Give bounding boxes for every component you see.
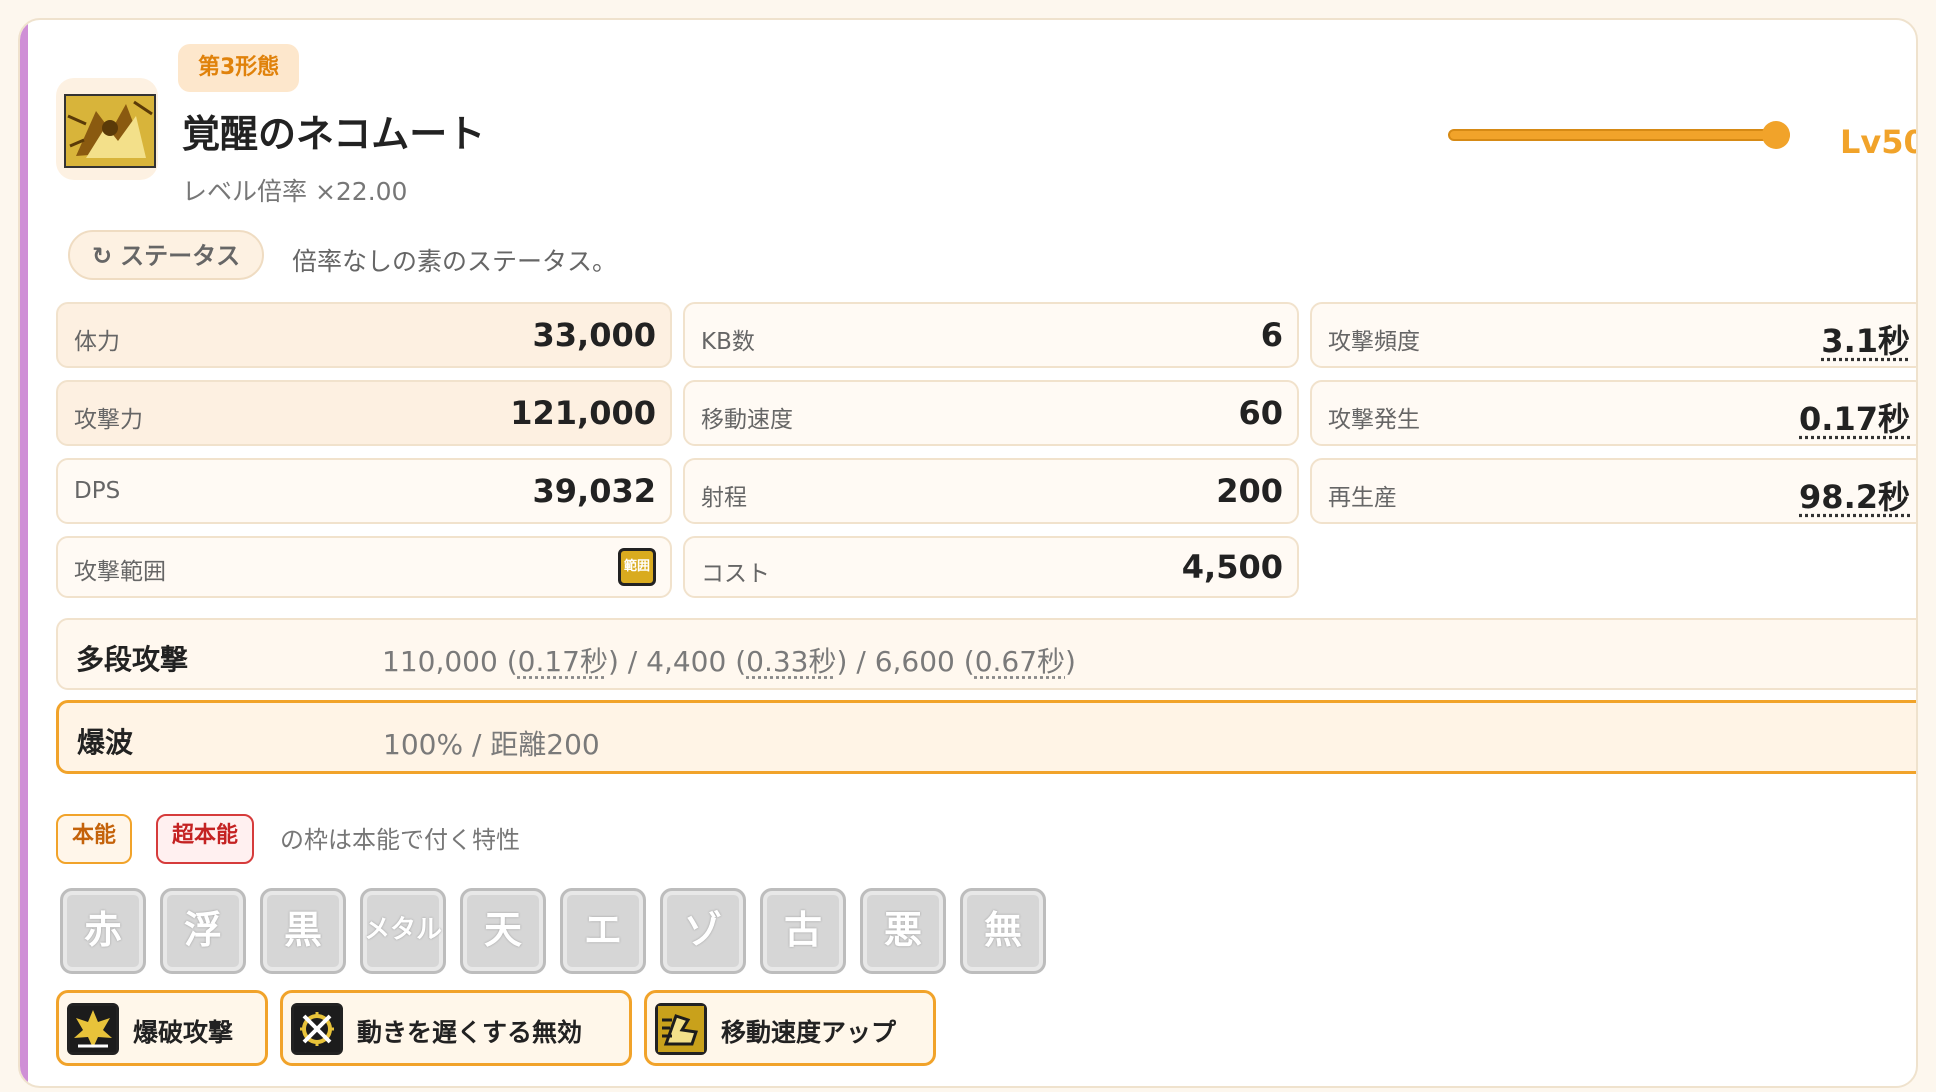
stat-label: DPS [74,478,121,504]
explosion-icon [67,1003,119,1055]
stat-label: 体力 [74,329,120,355]
trait-aku-icon: 悪 [860,888,946,974]
unit-avatar [56,78,158,180]
stat-attack: 攻撃力 121,000 [56,380,672,446]
stat-value: 6 [1260,316,1283,354]
level-slider[interactable] [1448,120,1790,150]
hit-time[interactable]: 0.17秒 [518,645,608,678]
unit-card: 第3形態 覚醒のネコムート レベル倍率 ×22.00 Lv50 ↻ ステータス 倍… [18,18,1918,1088]
stat-label: 攻撃力 [74,407,143,433]
stat-dps: DPS 39,032 [56,458,672,524]
trait-zombie-icon: ゾ [660,888,746,974]
stat-label: KB数 [701,329,755,355]
stat-label: 再生産 [1328,485,1397,511]
stat-speed: 移動速度 60 [683,380,1299,446]
level-slider-thumb[interactable] [1762,121,1790,149]
ability-label: 移動速度アップ [721,1018,897,1047]
hit-damage: 4,400 [646,645,727,678]
hit-damage: 6,600 [874,645,955,678]
level-slider-track[interactable] [1448,129,1790,141]
stat-recharge[interactable]: 再生産 98.2秒 [1310,458,1916,524]
stat-kb: KB数 6 [683,302,1299,368]
stat-foreswing[interactable]: 攻撃発生 0.17秒 [1310,380,1916,446]
trait-metal-icon: メタル [360,888,446,974]
stat-hp: 体力 33,000 [56,302,672,368]
stat-value: 200 [1216,472,1283,510]
status-note: 倍率なしの素のステータス。 [292,247,618,276]
stat-label: 攻撃発生 [1328,407,1420,433]
honno-legend-tag: 本能 [56,814,133,864]
refresh-icon: ↻ [92,242,113,270]
trait-angel-icon: 天 [460,888,546,974]
nekomute-portrait-icon [64,94,156,168]
trait-floating-icon: 浮 [160,888,246,974]
ability-label: 爆破攻撃 [133,1018,234,1047]
legend-note: の枠は本能で付く特性 [280,826,520,854]
chohonno-legend-tag: 超本能 [156,814,255,864]
stat-value: 33,000 [532,316,656,354]
wave-row: 爆波 100% / 距離200 [56,700,1916,774]
stat-range: 射程 200 [683,458,1299,524]
ability-label: 動きを遅くする無効 [357,1018,583,1047]
wave-value: 100% / 距離200 [383,728,600,761]
stat-value[interactable]: 3.1秒 [1821,316,1910,362]
stat-label: 攻撃範囲 [74,559,166,585]
multi-hit-values: 110,000 (0.17秒) / 4,400 (0.33秒) / 6,600 … [382,645,1076,678]
stat-value: 121,000 [510,394,656,432]
hit-time[interactable]: 0.33秒 [746,645,836,678]
form-badge: 第3形態 [178,44,300,92]
ability-explosion: 爆破攻撃 [56,990,268,1066]
status-toggle-button[interactable]: ↻ ステータス [68,230,265,280]
stat-label: 射程 [701,485,747,511]
stat-attack-rate[interactable]: 攻撃頻度 3.1秒 [1310,302,1916,368]
stat-area: 攻撃範囲 範囲 [56,536,672,598]
trait-alien-icon: エ [560,888,646,974]
stat-value: 60 [1238,394,1283,432]
hit-time[interactable]: 0.67秒 [975,645,1065,678]
stat-value: 39,032 [532,472,656,510]
level-ratio: レベル倍率 ×22.00 [182,177,408,206]
wave-label: 爆波 [77,726,134,759]
status-toggle-label: ステータス [120,242,241,270]
speed-up-icon [655,1003,707,1055]
hit-damage: 110,000 [382,645,498,678]
trait-black-icon: 黒 [260,888,346,974]
multi-hit-row: 多段攻撃 110,000 (0.17秒) / 4,400 (0.33秒) / 6… [56,618,1916,690]
trait-relic-icon: 古 [760,888,846,974]
slow-immune-icon [291,1003,343,1055]
ability-speed-up: 移動速度アップ [644,990,936,1066]
level-label: Lv50 [1840,123,1918,161]
trait-traitless-icon: 無 [960,888,1046,974]
card-accent-bar [20,20,28,1086]
stat-cost: コスト 4,500 [683,536,1299,598]
stat-value: 4,500 [1181,548,1283,586]
stat-label: 攻撃頻度 [1328,329,1420,355]
trait-red-icon: 赤 [60,888,146,974]
unit-name: 覚醒のネコムート [182,112,486,156]
ability-slow-immune: 動きを遅くする無効 [280,990,632,1066]
stat-value[interactable]: 0.17秒 [1799,394,1910,440]
stat-label: コスト [701,561,770,587]
stat-label: 移動速度 [701,407,793,433]
stat-value[interactable]: 98.2秒 [1799,472,1910,518]
area-range-icon: 範囲 [618,548,656,586]
multi-hit-label: 多段攻撃 [76,643,189,676]
